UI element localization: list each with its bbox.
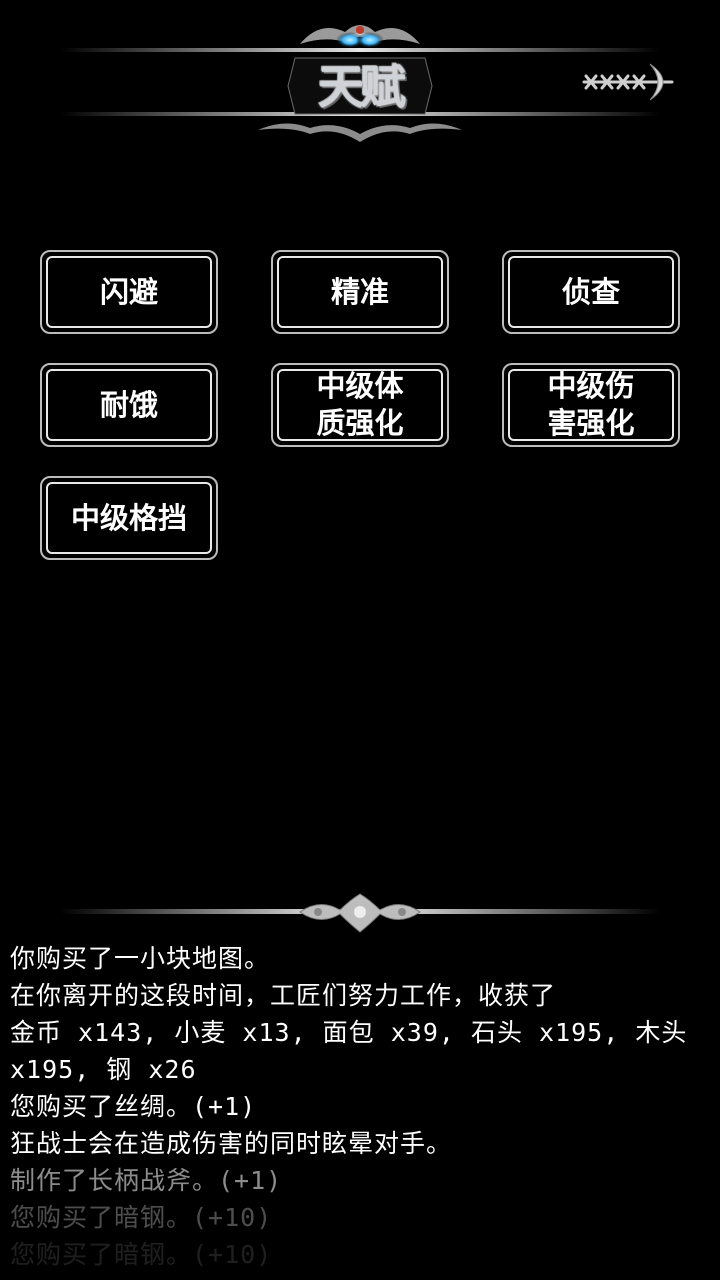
log-line: x195, 钢 x26 [10,1055,197,1084]
log-line: 在你离开的这段时间，工匠们努力工作，收获了 [10,981,557,1010]
talent-button-block[interactable]: 中级格挡 [40,476,218,560]
talent-button-constitution[interactable]: 中级体 质强化 [271,363,449,447]
talent-button-precision[interactable]: 精准 [271,250,449,334]
log-line: 狂战士会在造成伤害的同时眩晕对手。 [10,1129,453,1158]
log-line: 您购买了暗钢。(+10) [10,1203,273,1232]
talent-label: 耐饿 [99,387,158,422]
talent-button-scout[interactable]: 侦查 [502,250,680,334]
talent-label: 侦查 [561,274,620,309]
talent-label: 中级体 质强化 [316,369,404,440]
talent-label: 闪避 [99,274,158,309]
talent-button-dodge[interactable]: 闪避 [40,250,218,334]
talent-button-damage[interactable]: 中级伤 害强化 [502,363,680,447]
log-line: 你购买了一小块地图。 [10,944,271,973]
message-log: 你购买了一小块地图。 在你离开的这段时间，工匠们努力工作，收获了 金币 x143… [10,940,710,1280]
talent-button-hunger-resist[interactable]: 耐饿 [40,363,218,447]
divider-ornament [60,893,660,933]
talent-label: 精准 [330,274,389,309]
talent-grid: 闪避 精准 侦查 耐饿 中级体 质强化 中级伤 害强化 中级格挡 [0,0,720,600]
talent-label: 中级格挡 [70,500,187,535]
log-line: 您购买了丝绸。(+1) [10,1092,257,1121]
log-line: 金币 x143, 小麦 x13, 面包 x39, 石头 x195, 木头 [10,1018,688,1047]
log-line: 制作了长柄战斧。(+1) [10,1166,283,1195]
log-line: 您购买了暗钢。(+10) [10,1240,273,1269]
talent-label: 中级伤 害强化 [547,369,635,440]
